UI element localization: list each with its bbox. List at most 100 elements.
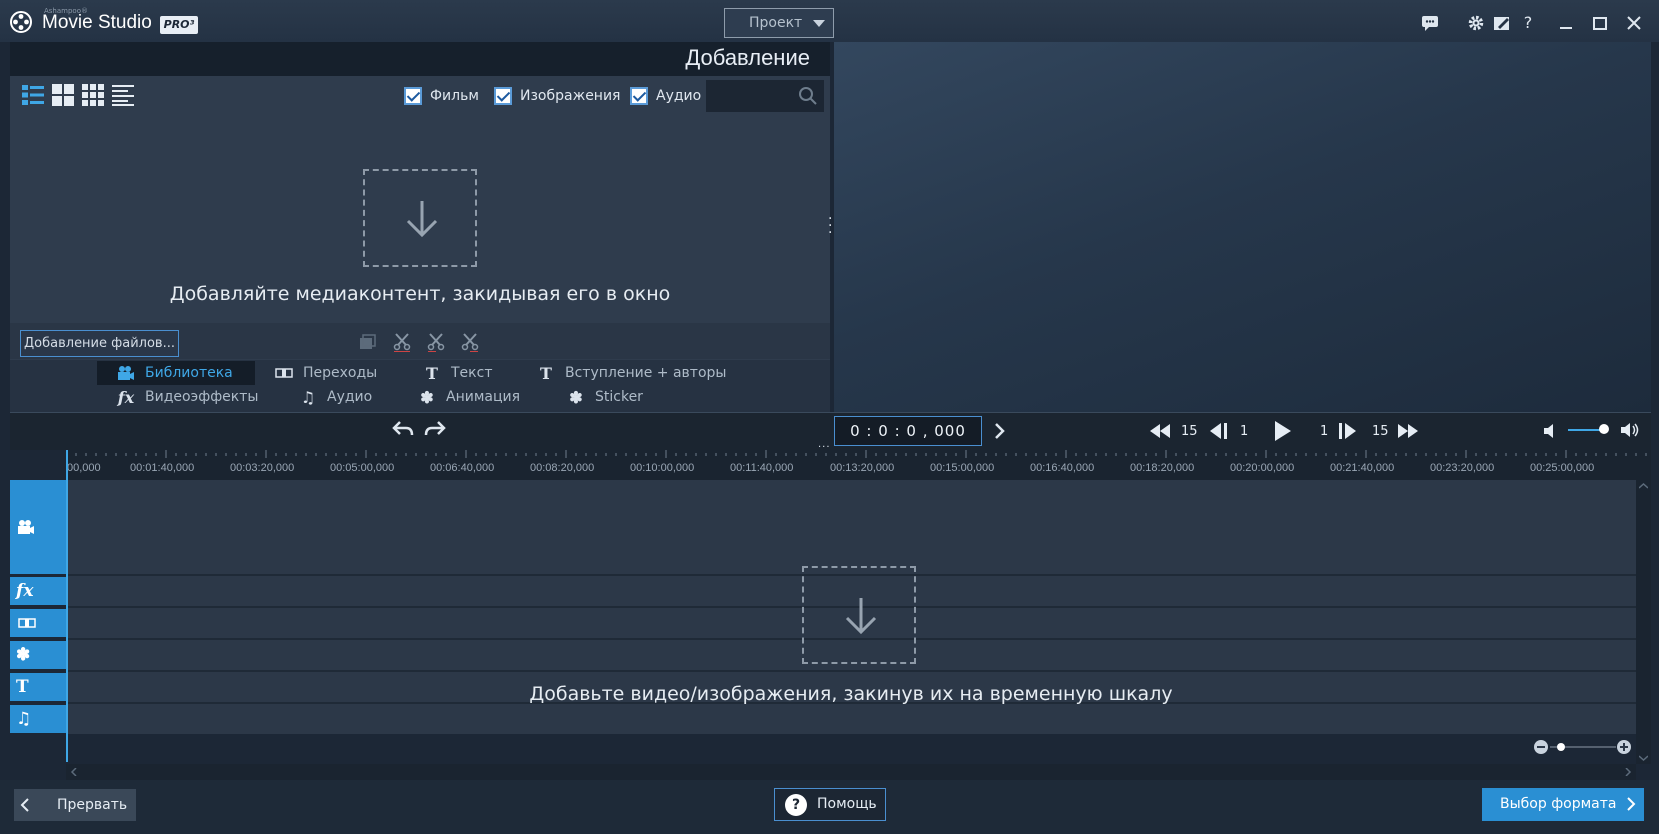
feedback-icon[interactable] — [1421, 14, 1439, 32]
step-back-icon[interactable] — [1208, 422, 1228, 440]
media-panel-title: Добавление — [685, 45, 810, 70]
ruler-tick-label: 00:16:40,000 — [1030, 462, 1095, 474]
tab-transitions-label: Переходы — [303, 365, 378, 381]
animation-icon: ✽ — [420, 387, 434, 407]
select-format-button-label: Выбор формата — [1500, 796, 1617, 812]
fast-forward-frames: 15 — [1372, 424, 1389, 439]
rewind-icon[interactable] — [1150, 424, 1170, 438]
timeline-vertical-scrollbar[interactable] — [1636, 480, 1651, 764]
ruler-tick-label: 00:13:20,000 — [830, 462, 895, 474]
ruler-tick-label: 00:23:20,000 — [1430, 462, 1495, 474]
cut-start-icon[interactable] — [426, 332, 446, 352]
ruler-tick-label: 00:20:00,000 — [1230, 462, 1295, 474]
tab-animation[interactable]: ✽ Анимация — [418, 385, 520, 409]
minimize-icon[interactable] — [1557, 14, 1575, 32]
scroll-up-icon — [1639, 482, 1648, 489]
ruler-tick-label: 00:11:40,000 — [730, 462, 794, 474]
chevron-right-icon[interactable] — [994, 422, 1006, 440]
tab-sticker-label: Sticker — [595, 389, 643, 405]
text-track-button[interactable]: T — [10, 673, 66, 701]
arrow-down-icon — [406, 201, 438, 238]
detail-list-view-icon[interactable] — [22, 84, 44, 106]
ruler-tick-label: 00:08:20,000 — [530, 462, 595, 474]
volume-slider-handle[interactable] — [1599, 424, 1609, 434]
step-back-frames: 1 — [1240, 424, 1249, 439]
tab-video-effects[interactable]: fx Видеоэффекты — [117, 385, 259, 409]
tab-text[interactable]: T Текст — [423, 361, 492, 385]
film-reel-logo-icon — [10, 11, 32, 33]
fx-track-button[interactable]: fx — [10, 577, 66, 605]
timeline-drop-zone[interactable] — [802, 566, 916, 664]
filter-images-label: Изображения — [520, 88, 621, 104]
filter-film-checkbox[interactable]: Фильм — [404, 85, 479, 107]
add-files-button[interactable]: Добавление файлов... — [20, 330, 179, 357]
volume-icon[interactable] — [1620, 421, 1640, 439]
pro-badge: PRO³ — [160, 16, 198, 34]
ruler-tick-label: 00:25:00,000 — [1530, 462, 1595, 474]
fast-forward-icon[interactable] — [1398, 424, 1418, 438]
cancel-button-label: Прервать — [57, 797, 128, 813]
filter-audio-checkbox[interactable]: Аудио — [630, 85, 701, 107]
tab-video-effects-label: Видеоэффекты — [145, 389, 259, 405]
help-button[interactable]: ? Помощь — [774, 788, 886, 821]
timeline-drop-text: Добавьте видео/изображения, закинув их н… — [529, 683, 1173, 705]
redo-icon[interactable] — [424, 420, 446, 438]
large-grid-view-icon[interactable] — [52, 84, 74, 106]
help-icon: ? — [785, 794, 807, 816]
zoom-control[interactable] — [1532, 737, 1634, 757]
edit-icon[interactable] — [1493, 14, 1511, 32]
transition-icon — [275, 367, 293, 379]
tab-animation-label: Анимация — [446, 389, 521, 405]
track-divider — [66, 670, 1636, 672]
ruler-tick-label: 00:05:00,000 — [330, 462, 395, 474]
close-icon[interactable] — [1625, 14, 1643, 32]
cut-icon[interactable] — [392, 332, 412, 352]
media-drop-zone[interactable] — [363, 169, 477, 267]
transition-track-button[interactable] — [10, 609, 66, 637]
animation-track-button[interactable]: ✽ — [10, 641, 66, 669]
media-panel: Добавление Фильм Изображения Аудио Добав… — [10, 42, 830, 412]
playhead[interactable] — [66, 450, 68, 762]
video-track-button[interactable] — [10, 480, 66, 574]
stack-icon[interactable] — [358, 332, 378, 352]
preview-area — [834, 42, 1651, 412]
list-view-icon[interactable] — [112, 84, 134, 106]
select-format-button[interactable]: Выбор формата — [1482, 788, 1644, 821]
small-grid-view-icon[interactable] — [82, 84, 104, 106]
ruler-tick-label: 00:18:20,000 — [1130, 462, 1195, 474]
play-icon[interactable] — [1274, 420, 1292, 442]
search-icon — [799, 87, 817, 105]
tab-audio[interactable]: ♫ Аудио — [299, 385, 372, 409]
volume-mute-icon[interactable] — [1543, 423, 1557, 439]
help-icon[interactable]: ? — [1519, 14, 1537, 32]
text-icon: T — [540, 363, 552, 383]
chevron-left-icon — [20, 798, 29, 812]
settings-icon[interactable] — [1467, 14, 1485, 32]
ruler-tick-label: 00:03:20,000 — [230, 462, 295, 474]
filter-film-label: Фильм — [430, 88, 479, 104]
camera-icon — [18, 520, 34, 534]
cut-end-icon[interactable] — [460, 332, 480, 352]
step-forward-icon[interactable] — [1338, 422, 1358, 440]
tab-intro-credits-label: Вступление + авторы — [565, 365, 727, 381]
ruler-tick-label: 00:21:40,000 — [1330, 462, 1395, 474]
scroll-right-icon — [1625, 768, 1632, 776]
tab-intro-credits[interactable]: T Вступление + авторы — [537, 361, 726, 385]
project-dropdown[interactable]: Проект — [724, 8, 834, 38]
undo-icon[interactable] — [392, 420, 414, 438]
tab-sticker[interactable]: ✽ Sticker — [567, 385, 643, 409]
tab-library[interactable]: Библиотека — [97, 361, 255, 385]
tab-text-label: Текст — [451, 365, 493, 381]
audio-track-button[interactable]: ♫ — [10, 705, 66, 733]
timeline-horizontal-scrollbar[interactable] — [66, 764, 1636, 780]
maximize-icon[interactable] — [1591, 14, 1609, 32]
filter-images-checkbox[interactable]: Изображения — [494, 85, 620, 107]
music-icon: ♫ — [16, 709, 32, 729]
transition-icon — [18, 618, 36, 628]
tab-transitions[interactable]: Переходы — [275, 361, 377, 385]
timecode-input[interactable]: 0 : 0 : 0 , 000 — [834, 416, 982, 446]
text-icon: T — [426, 363, 438, 383]
splitter-handle[interactable]: · · · — [828, 212, 832, 240]
cancel-button[interactable]: Прервать — [14, 789, 136, 821]
search-input[interactable] — [706, 80, 824, 112]
